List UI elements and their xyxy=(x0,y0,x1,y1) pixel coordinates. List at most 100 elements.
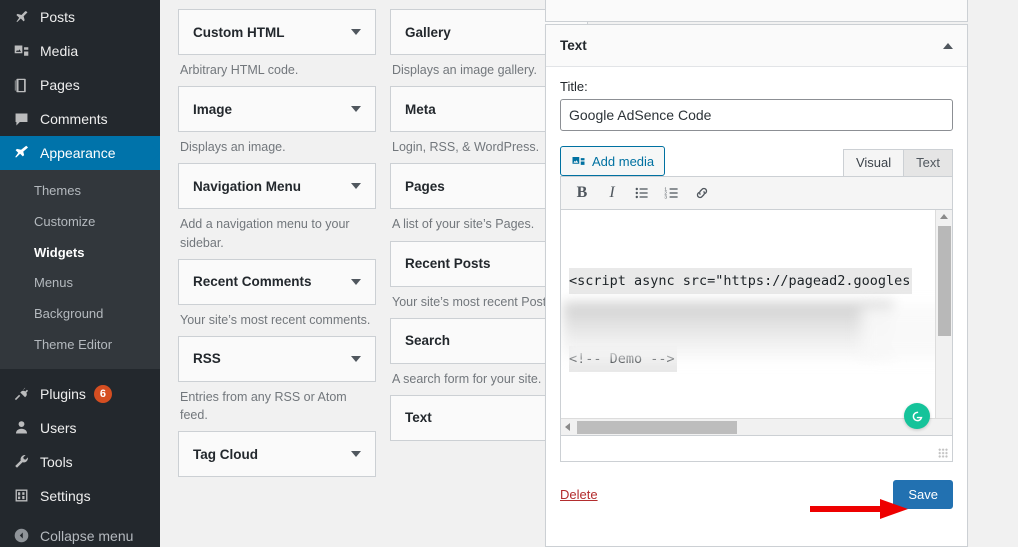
widget-name: Custom HTML xyxy=(193,24,285,40)
save-button[interactable]: Save xyxy=(893,480,953,509)
sidebar-primary-menu: Posts Media Pages Comments Appearance xyxy=(0,0,160,170)
code-line: <script async src="https://pagead2.googl… xyxy=(569,268,913,294)
widget-description: Arbitrary HTML code. xyxy=(180,63,299,78)
pin-icon xyxy=(10,7,32,27)
sidebar-item-comments[interactable]: Comments xyxy=(0,102,160,136)
widget-column-left: A calendar of your site’s posts. Custom … xyxy=(178,0,376,477)
sidebar-item-posts[interactable]: Posts xyxy=(0,0,160,34)
widget-name: Search xyxy=(405,333,451,349)
text-widget-title: Text xyxy=(560,38,587,53)
widget-name: Recent Posts xyxy=(405,256,491,271)
numbered-list-icon[interactable]: 123 xyxy=(659,180,685,206)
collapse-arrow-icon xyxy=(10,526,32,546)
page-icon xyxy=(10,75,32,95)
submenu-item-customize[interactable]: Customize xyxy=(0,207,160,238)
sidebar-item-label: Appearance xyxy=(40,145,116,161)
add-media-button[interactable]: Add media xyxy=(560,146,666,176)
widget-description: Your site’s most recent comments. xyxy=(180,312,371,327)
sidebar-item-media[interactable]: Media xyxy=(0,34,160,68)
chevron-up-icon[interactable] xyxy=(943,42,953,49)
appearance-submenu: Themes Customize Widgets Menus Backgroun… xyxy=(0,170,160,369)
sidebar-item-label: Posts xyxy=(40,9,76,25)
plug-icon xyxy=(10,384,32,404)
sidebar-item-tools[interactable]: Tools xyxy=(0,445,160,479)
italic-icon[interactable]: I xyxy=(599,180,625,206)
sidebar-secondary-menu: Plugins 6 Users Tools Settings Collapse … xyxy=(0,377,160,547)
widget-rss[interactable]: RSS xyxy=(178,335,376,382)
comment-icon xyxy=(10,109,32,129)
sidebar-item-label: Pages xyxy=(40,77,80,93)
sidebar-divider xyxy=(0,369,160,377)
scroll-up-arrow-icon[interactable] xyxy=(940,214,948,219)
widget-name: Tag Cloud xyxy=(193,446,258,462)
scroll-left-arrow-icon[interactable] xyxy=(565,423,570,431)
widget-name: Text xyxy=(405,410,432,426)
editor-toolbar-row: Add media Visual Text xyxy=(560,145,953,176)
grammarly-icon[interactable] xyxy=(904,403,930,429)
submenu-item-widgets[interactable]: Widgets xyxy=(0,238,160,269)
svg-text:3: 3 xyxy=(664,195,667,201)
sidebar-item-users[interactable]: Users xyxy=(0,411,160,445)
widget-custom-html[interactable]: Custom HTML xyxy=(178,9,376,56)
sidebar-item-pages[interactable]: Pages xyxy=(0,68,160,102)
tab-visual[interactable]: Visual xyxy=(842,149,905,176)
widgets-main-area: A calendar of your site’s posts. Custom … xyxy=(160,0,1018,547)
chevron-down-icon xyxy=(351,451,361,457)
submenu-item-background[interactable]: Background xyxy=(0,299,160,330)
chevron-down-icon xyxy=(351,355,361,362)
sidebar-item-label: Media xyxy=(40,43,79,59)
editor-vertical-scrollbar[interactable] xyxy=(935,210,952,435)
text-widget-footer: Delete Save xyxy=(560,462,953,509)
editor-resize-area xyxy=(560,436,953,462)
sidebar-item-label: Comments xyxy=(40,111,108,127)
media-icon xyxy=(571,154,586,169)
redaction-blur-overlay xyxy=(563,302,893,360)
sidebar-item-label: Tools xyxy=(40,453,73,470)
bulleted-list-icon[interactable] xyxy=(629,180,655,206)
widget-recent-comments[interactable]: Recent Comments xyxy=(178,258,376,305)
collapse-menu-label: Collapse menu xyxy=(40,527,134,544)
widget-description: Add a navigation menu to your sidebar. xyxy=(180,217,350,250)
resize-handle-icon[interactable] xyxy=(938,448,948,458)
editor-horizontal-scrollbar[interactable] xyxy=(561,418,952,435)
plugins-update-badge: 6 xyxy=(93,384,112,403)
bold-icon[interactable]: B xyxy=(569,180,595,206)
delete-widget-link[interactable]: Delete xyxy=(560,487,598,502)
widget-name: Image xyxy=(193,101,233,117)
submenu-item-themes[interactable]: Themes xyxy=(0,176,160,207)
sidebar-item-label: Plugins xyxy=(40,385,86,402)
user-icon xyxy=(10,418,32,438)
widget-name: Navigation Menu xyxy=(193,178,302,194)
widget-image[interactable]: Image xyxy=(178,86,376,133)
widget-navigation-menu[interactable]: Navigation Menu xyxy=(178,163,376,210)
submenu-item-theme-editor[interactable]: Theme Editor xyxy=(0,330,160,361)
widget-description: Entries from any RSS or Atom feed. xyxy=(180,389,347,422)
html-code-editor[interactable]: <script async src="https://pagead2.googl… xyxy=(560,210,953,436)
widget-name: Gallery xyxy=(405,24,451,40)
chevron-down-icon xyxy=(351,29,361,36)
sidebar-collapse-menu[interactable]: Collapse menu xyxy=(0,519,160,547)
widget-tag-cloud[interactable]: Tag Cloud xyxy=(178,431,376,477)
horizontal-scroll-thumb[interactable] xyxy=(577,421,737,434)
chevron-down-icon xyxy=(351,183,361,190)
admin-sidebar: Posts Media Pages Comments Appearance Th… xyxy=(0,0,160,547)
widget-name: RSS xyxy=(193,351,221,367)
tab-text[interactable]: Text xyxy=(903,149,953,176)
vertical-scroll-thumb[interactable] xyxy=(938,226,951,336)
sidebar-item-appearance[interactable]: Appearance xyxy=(0,136,160,170)
sliders-icon xyxy=(10,486,32,506)
widget-name: Meta xyxy=(405,101,436,117)
widget-title-input[interactable] xyxy=(560,99,953,131)
sidebar-item-label: Settings xyxy=(40,487,91,504)
brush-icon xyxy=(10,143,32,163)
text-widget-panel: Text Title: Add media Visual Text xyxy=(545,24,968,547)
chevron-down-icon xyxy=(351,278,361,285)
sidebar-item-settings[interactable]: Settings xyxy=(0,479,160,513)
sidebar-item-plugins[interactable]: Plugins 6 xyxy=(0,377,160,411)
link-icon[interactable] xyxy=(689,180,715,206)
text-widget-body: Title: Add media Visual Text B xyxy=(546,67,967,547)
sidebar-item-label: Users xyxy=(40,419,77,436)
sidebar-widget-collapsed-box[interactable] xyxy=(545,0,968,22)
text-widget-header[interactable]: Text xyxy=(546,25,967,67)
submenu-item-menus[interactable]: Menus xyxy=(0,268,160,299)
